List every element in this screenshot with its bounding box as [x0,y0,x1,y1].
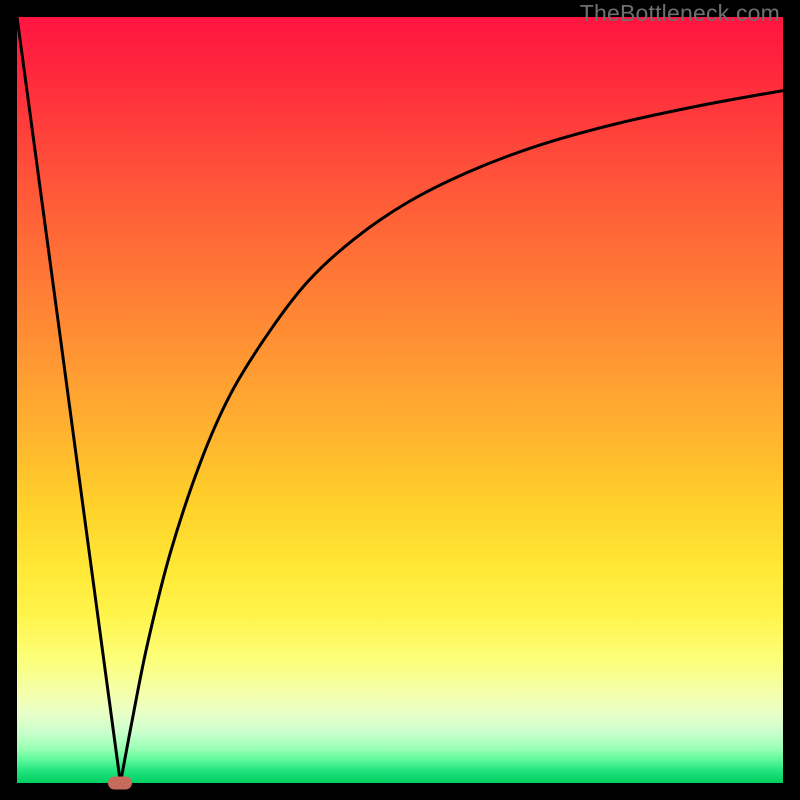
plot-area [17,17,783,783]
curve-path [17,17,783,783]
minimum-marker [108,777,132,790]
bottleneck-curve [17,17,783,783]
watermark-text: TheBottleneck.com [580,0,780,27]
chart-frame: TheBottleneck.com [0,0,800,800]
